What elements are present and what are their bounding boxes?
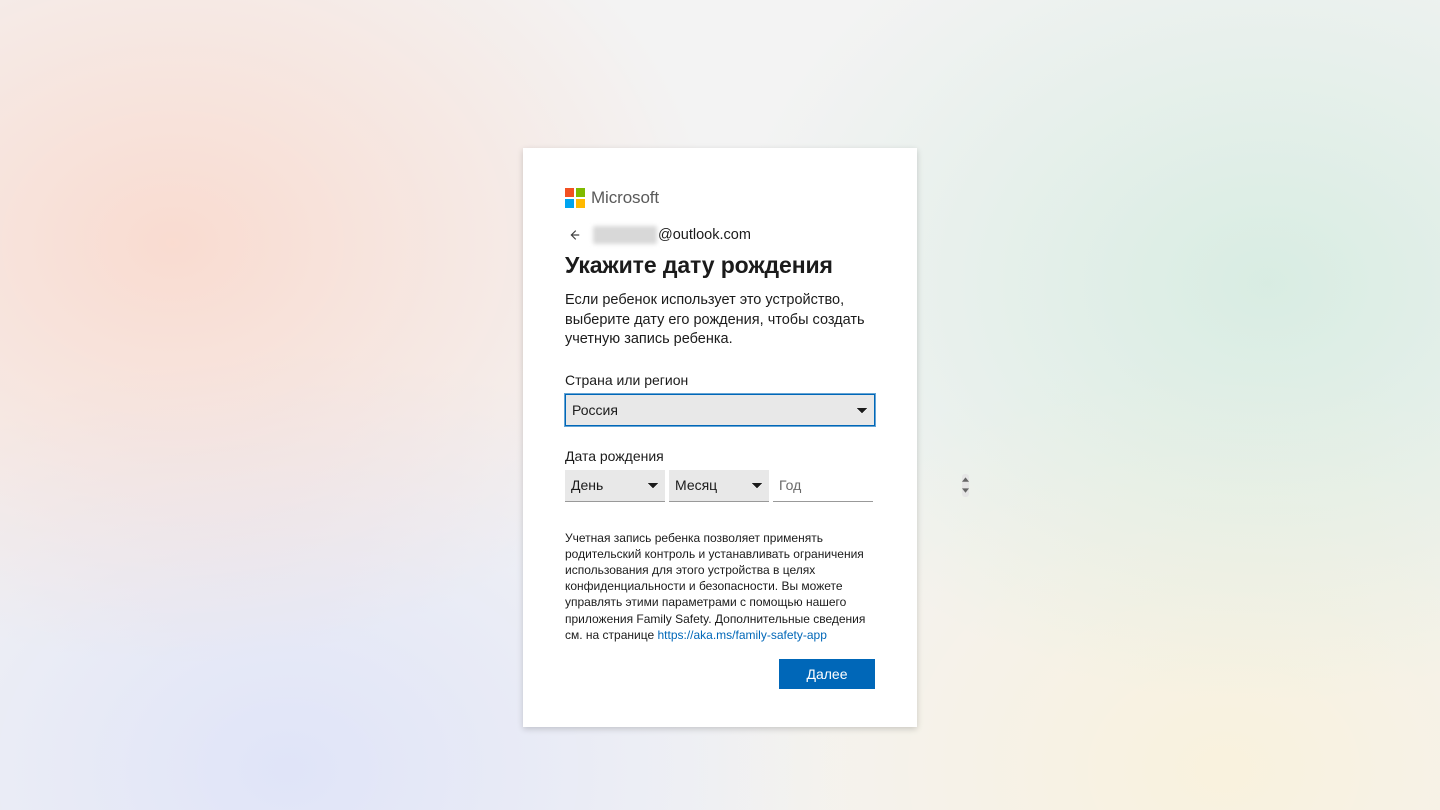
chevron-up-icon [962, 477, 969, 482]
page-subtitle: Если ребенок использует это устройство, … [565, 291, 875, 350]
country-label: Страна или регион [565, 372, 875, 388]
next-button[interactable]: Далее [779, 659, 875, 689]
dob-day-select[interactable]: День [565, 470, 665, 502]
year-spinner [962, 474, 969, 497]
fine-print-text: Учетная запись ребенка позволяет применя… [565, 531, 865, 642]
email-domain: @outlook.com [658, 227, 751, 243]
dob-year-field [773, 470, 873, 502]
dob-label: Дата рождения [565, 448, 875, 464]
brand-name: Microsoft [591, 188, 659, 208]
back-button[interactable] [565, 226, 583, 244]
dob-year-input[interactable] [773, 470, 960, 501]
microsoft-logo-icon [565, 188, 585, 208]
identity-email: @outlook.com [593, 226, 751, 244]
year-step-down-button[interactable] [962, 485, 969, 497]
email-local-redacted [593, 226, 657, 244]
dob-row: День Месяц [565, 470, 875, 502]
page-title: Укажите дату рождения [565, 252, 875, 279]
brand-row: Microsoft [565, 188, 875, 208]
chevron-down-icon [962, 488, 969, 493]
actions-row: Далее [565, 659, 875, 689]
country-select[interactable]: Россия [565, 394, 875, 426]
signup-card: Microsoft @outlook.com Укажите дату рожд… [523, 148, 917, 727]
fine-print: Учетная запись ребенка позволяет применя… [565, 530, 875, 643]
family-safety-link[interactable]: https://aka.ms/family-safety-app [657, 628, 826, 642]
year-step-up-button[interactable] [962, 474, 969, 486]
dob-month-select[interactable]: Месяц [669, 470, 769, 502]
arrow-left-icon [567, 228, 581, 242]
identity-row: @outlook.com [565, 226, 875, 244]
